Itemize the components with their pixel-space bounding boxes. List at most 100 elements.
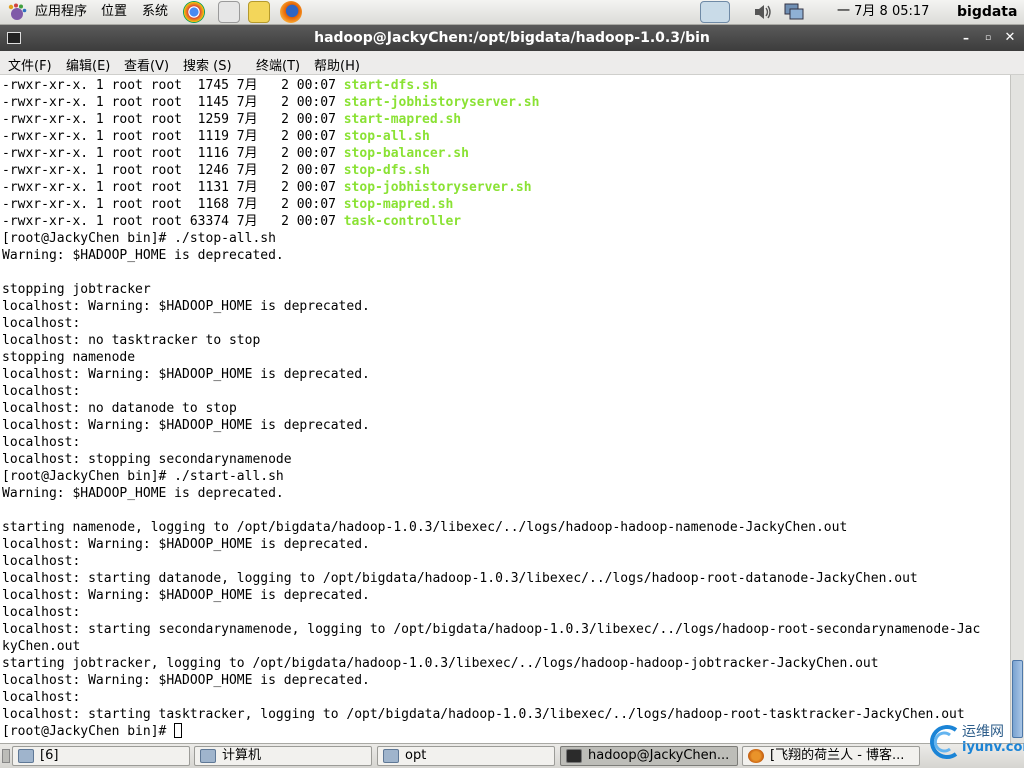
text-cursor [174,723,183,738]
terminal-line-text: -rwxr-xr-x. 1 root root 1246 7月 2 00:07 [2,163,344,178]
terminal-line-text: localhost: Warning: $HADOOP_HOME is depr… [2,418,370,433]
terminal-line-text: -rwxr-xr-x. 1 root root 1168 7月 2 00:07 [2,197,344,212]
terminal-output[interactable]: -rwxr-xr-x. 1 root root 1745 7月 2 00:07 … [0,75,1010,743]
taskbar-button[interactable]: 计算机 [194,746,372,766]
taskbar-button[interactable]: opt [377,746,555,766]
terminal-line: localhost: no tasktracker to stop [2,332,980,349]
user-tray-icon[interactable] [700,1,730,23]
menu-search[interactable]: 搜索 (S) [183,55,232,74]
terminal-line-text: localhost: [2,435,81,450]
terminal-line-text: kyChen.out [2,639,81,654]
taskbar-button-label: [6] [40,748,59,763]
terminal-line: [root@JackyChen bin]# ./start-all.sh [2,468,980,485]
script-filename: start-jobhistoryserver.sh [343,95,540,110]
terminal-line-text: starting jobtracker, logging to /opt/big… [2,656,879,671]
show-desktop-button[interactable] [2,749,10,763]
script-filename: stop-jobhistoryserver.sh [343,180,532,195]
terminal-line: Warning: $HADOOP_HOME is deprecated. [2,485,980,502]
terminal-line-text: localhost: stopping secondarynamenode [2,452,292,467]
browser-icon [748,749,764,763]
terminal-line: localhost: stopping secondarynamenode [2,451,980,468]
notes-launcher-icon[interactable] [248,1,270,23]
taskbar-button[interactable]: [飞翔的荷兰人 - 博客... [742,746,920,766]
taskbar-button-label: opt [405,748,427,763]
close-button[interactable]: ✕ [1001,29,1019,47]
terminal-line: localhost: [2,383,980,400]
script-filename: stop-mapred.sh [343,197,454,212]
user-name[interactable]: bigdata [957,4,1017,20]
terminal-line: -rwxr-xr-x. 1 root root 1168 7月 2 00:07 … [2,196,980,213]
volume-icon[interactable] [752,1,772,23]
terminal-line: localhost: Warning: $HADOOP_HOME is depr… [2,417,980,434]
menu-edit[interactable]: 编辑(E) [66,55,110,74]
firefox-launcher-icon[interactable] [280,1,302,23]
watermark: 运维网 iyunv.com [922,718,1024,766]
terminal-line-text: localhost: starting datanode, logging to… [2,571,918,586]
terminal-line-text: Warning: $HADOOP_HOME is deprecated. [2,486,284,501]
terminal-line: localhost: [2,689,980,706]
terminal-line: localhost: no datanode to stop [2,400,980,417]
terminal-line-text: localhost: [2,384,81,399]
script-filename: stop-balancer.sh [343,146,469,161]
terminal-line-text: localhost: Warning: $HADOOP_HOME is depr… [2,673,370,688]
network-icon[interactable] [783,1,805,23]
watermark-logo-icon [930,725,958,759]
taskbar-button[interactable]: hadoop@JackyChen... [560,746,738,766]
terminal-line: localhost: starting secondarynamenode, l… [2,621,980,638]
menu-terminal[interactable]: 终端(T) [256,55,300,74]
taskbar-button[interactable]: [6] [12,746,190,766]
terminal-line-text: localhost: no datanode to stop [2,401,237,416]
title-bar[interactable]: hadoop@JackyChen:/opt/bigdata/hadoop-1.0… [0,25,1024,51]
gnome-foot-icon[interactable] [7,3,27,21]
menu-view[interactable]: 查看(V) [124,55,169,74]
terminal-line-text: localhost: [2,605,81,620]
maximize-button[interactable]: ▫ [979,29,997,47]
menu-help[interactable]: 帮助(H) [314,55,360,74]
terminal-line-text: localhost: Warning: $HADOOP_HOME is depr… [2,367,370,382]
folder-icon [18,749,34,763]
terminal-line-text: stopping namenode [2,350,136,365]
terminal-line: localhost: [2,315,980,332]
scrollbar[interactable] [1010,75,1024,743]
system-menu[interactable]: 系统 [142,4,168,20]
watermark-text-en: iyunv.com [962,740,1024,755]
terminal-line: localhost: [2,604,980,621]
menu-file[interactable]: 文件(F) [8,55,52,74]
terminal-line-text: Warning: $HADOOP_HOME is deprecated. [2,248,284,263]
terminal-line: stopping namenode [2,349,980,366]
mail-launcher-icon[interactable] [218,1,240,23]
script-filename: task-controller [343,214,462,229]
terminal-line-text: -rwxr-xr-x. 1 root root 1745 7月 2 00:07 [2,78,344,93]
terminal-line: -rwxr-xr-x. 1 root root 1145 7月 2 00:07 … [2,94,980,111]
places-menu[interactable]: 位置 [101,4,127,20]
clock[interactable]: 一 7月 8 05:17 [837,4,929,20]
taskbar-button-label: 计算机 [222,748,262,763]
chrome-launcher-icon[interactable] [183,1,205,23]
terminal-line-text: -rwxr-xr-x. 1 root root 1116 7月 2 00:07 [2,146,344,161]
terminal-line: [root@JackyChen bin]# ./stop-all.sh [2,230,980,247]
minimize-button[interactable]: – [957,29,975,47]
terminal-line: [root@JackyChen bin]# [2,723,980,740]
terminal-icon [566,749,582,763]
terminal-line-text: localhost: Warning: $HADOOP_HOME is depr… [2,299,370,314]
terminal-line-text: [root@JackyChen bin]# ./start-all.sh [2,469,284,484]
terminal-line: -rwxr-xr-x. 1 root root 1119 7月 2 00:07 … [2,128,980,145]
taskbar-button-label: [飞翔的荷兰人 - 博客... [770,748,905,763]
terminal-lines: -rwxr-xr-x. 1 root root 1745 7月 2 00:07 … [2,77,980,740]
terminal-line: starting namenode, logging to /opt/bigda… [2,519,980,536]
terminal-line-text: localhost: starting secondarynamenode, l… [2,622,981,637]
terminal-line: localhost: Warning: $HADOOP_HOME is depr… [2,536,980,553]
applications-menu[interactable]: 应用程序 [35,4,87,20]
terminal-line: -rwxr-xr-x. 1 root root 1131 7月 2 00:07 … [2,179,980,196]
terminal-line: localhost: Warning: $HADOOP_HOME is depr… [2,672,980,689]
top-panel: 应用程序 位置 系统 一 7月 8 05:17 bigdata [0,0,1024,25]
folder-icon [200,749,216,763]
terminal-line-text: stopping jobtracker [2,282,151,297]
terminal-line: stopping jobtracker [2,281,980,298]
terminal-line-text: localhost: Warning: $HADOOP_HOME is depr… [2,588,370,603]
script-filename: stop-dfs.sh [343,163,430,178]
terminal-line-text: localhost: [2,690,81,705]
terminal-line: localhost: Warning: $HADOOP_HOME is depr… [2,366,980,383]
